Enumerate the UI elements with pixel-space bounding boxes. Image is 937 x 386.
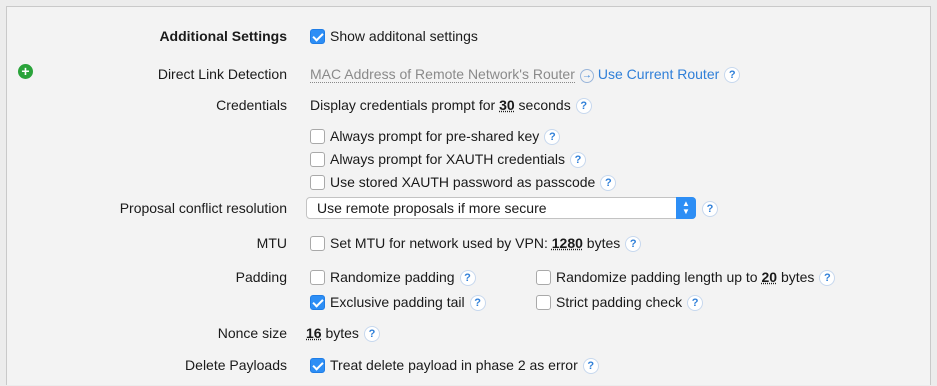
randomize-padding-checkbox[interactable]: [310, 270, 325, 285]
proposal-help: ?: [700, 197, 718, 219]
randomize-padding-length-suffix: bytes: [780, 269, 815, 285]
help-icon[interactable]: ?: [459, 270, 476, 286]
help-icon[interactable]: ?: [569, 152, 586, 168]
help-icon[interactable]: ?: [363, 326, 380, 342]
randomize-padding-length-prefix: Randomize padding length up to: [556, 269, 758, 285]
mtu-suffix: bytes: [586, 235, 621, 251]
psk-prompt-row: Always prompt for pre-shared key?: [310, 125, 561, 147]
xauth-passcode-text: Use stored XAUTH password as passcode: [330, 174, 596, 190]
credentials-prompt-row: Display credentials prompt for 30 second…: [310, 94, 592, 116]
nonce-size-label: Nonce size: [217, 325, 287, 341]
mtu-row: Set MTU for network used by VPN: 1280 by…: [310, 232, 642, 254]
psk-prompt-checkbox[interactable]: [310, 129, 325, 144]
randomize-padding-text: Randomize padding: [330, 269, 455, 285]
xauth-passcode-row: Use stored XAUTH password as passcode?: [310, 171, 617, 193]
direct-link-row: MAC Address of Remote Network's Router → U…: [310, 63, 741, 85]
strict-padding-check-checkbox[interactable]: [536, 295, 551, 310]
proposal-conflict-select[interactable]: Use remote proposals if more secure ▲ ▼: [306, 197, 696, 219]
help-icon[interactable]: ?: [575, 98, 592, 114]
proposal-conflict-label: Proposal conflict resolution: [119, 200, 287, 216]
credentials-prompt-prefix: Display credentials prompt for: [310, 97, 496, 113]
credentials-seconds-value[interactable]: 30: [499, 97, 515, 113]
stepper-arrows-icon[interactable]: ▲ ▼: [676, 197, 696, 219]
psk-prompt-text: Always prompt for pre-shared key: [330, 128, 540, 144]
mtu-prefix: Set MTU for network used by VPN:: [330, 235, 548, 251]
show-additional-settings-row: Show additonal settings: [310, 25, 478, 47]
show-additional-settings-text: Show additonal settings: [330, 28, 478, 44]
randomize-padding-length-value[interactable]: 20: [761, 269, 777, 285]
delete-payloads-row: Treat delete payload in phase 2 as error…: [310, 354, 599, 376]
xauth-prompt-checkbox[interactable]: [310, 152, 325, 167]
nonce-size-value[interactable]: 16: [306, 325, 322, 341]
credentials-label: Credentials: [216, 97, 287, 113]
strict-padding-row: Strict padding check?: [536, 291, 704, 313]
nonce-size-suffix: bytes: [325, 325, 359, 341]
xauth-passcode-checkbox[interactable]: [310, 175, 325, 190]
help-icon[interactable]: ?: [600, 175, 617, 191]
mtu-value[interactable]: 1280: [552, 235, 583, 251]
help-icon[interactable]: ?: [819, 270, 836, 286]
padding-row-1: Randomize padding?: [310, 266, 476, 288]
strict-padding-check-text: Strict padding check: [556, 294, 683, 310]
exclusive-padding-tail-checkbox[interactable]: [310, 295, 325, 310]
credentials-prompt-suffix: seconds: [518, 97, 571, 113]
delete-payloads-text: Treat delete payload in phase 2 as error: [330, 357, 578, 373]
nonce-size-row: 16 bytes?: [306, 322, 380, 344]
padding-row-2: Exclusive padding tail?: [310, 291, 486, 313]
mac-address-field[interactable]: MAC Address of Remote Network's Router: [310, 66, 575, 83]
show-additional-settings-checkbox[interactable]: [310, 29, 325, 44]
help-icon[interactable]: ?: [582, 358, 599, 374]
delete-payloads-checkbox[interactable]: [310, 358, 325, 373]
arrow-right-circle-icon[interactable]: →: [579, 69, 594, 83]
randomize-padding-length-checkbox[interactable]: [536, 270, 551, 285]
exclusive-padding-tail-text: Exclusive padding tail: [330, 294, 465, 310]
help-icon[interactable]: ?: [469, 295, 486, 311]
delete-payloads-label: Delete Payloads: [185, 357, 287, 373]
mtu-checkbox[interactable]: [310, 236, 325, 251]
help-icon[interactable]: ?: [687, 295, 704, 311]
help-icon[interactable]: ?: [625, 236, 642, 252]
help-icon[interactable]: ?: [724, 67, 741, 83]
xauth-prompt-row: Always prompt for XAUTH credentials?: [310, 148, 586, 170]
direct-link-detection-label: Direct Link Detection: [157, 66, 287, 82]
proposal-conflict-value: Use remote proposals if more secure: [317, 200, 547, 216]
padding-length-row: Randomize padding length up to 20 bytes?: [536, 266, 836, 288]
xauth-prompt-text: Always prompt for XAUTH credentials: [330, 151, 565, 167]
plus-circle-icon[interactable]: +: [18, 64, 33, 79]
help-icon[interactable]: ?: [544, 129, 561, 145]
help-icon[interactable]: ?: [702, 201, 718, 217]
use-current-router-link[interactable]: Use Current Router: [598, 66, 719, 82]
padding-label: Padding: [235, 269, 287, 285]
mtu-label: MTU: [256, 235, 287, 251]
additional-settings-label: Additional Settings: [159, 28, 287, 44]
